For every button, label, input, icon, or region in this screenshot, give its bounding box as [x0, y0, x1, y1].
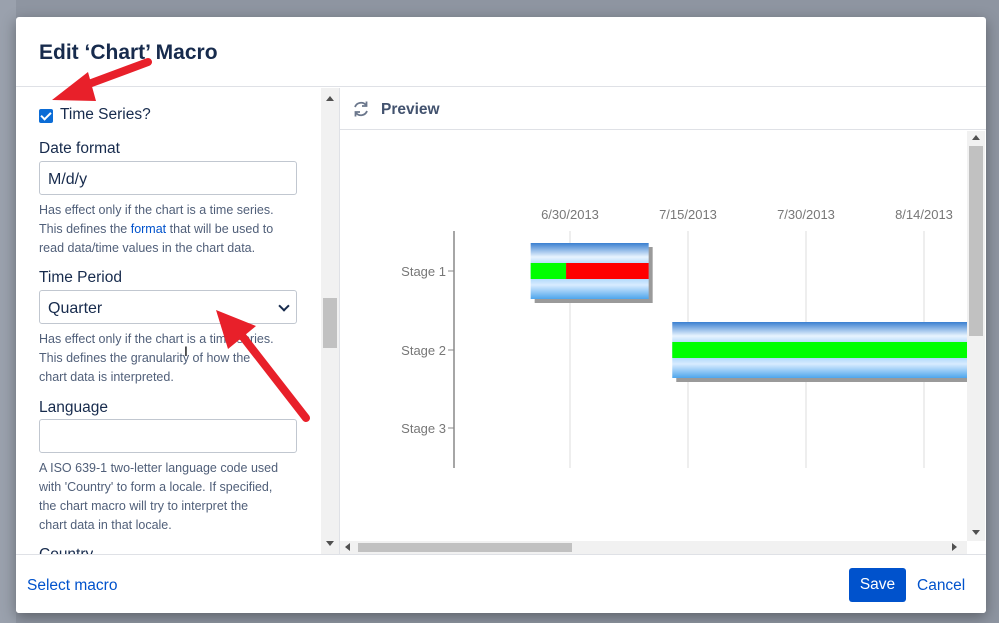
arrow-to-time-period — [216, 310, 310, 422]
arrow-to-time-series — [52, 58, 152, 101]
annotation-arrows — [52, 58, 310, 422]
